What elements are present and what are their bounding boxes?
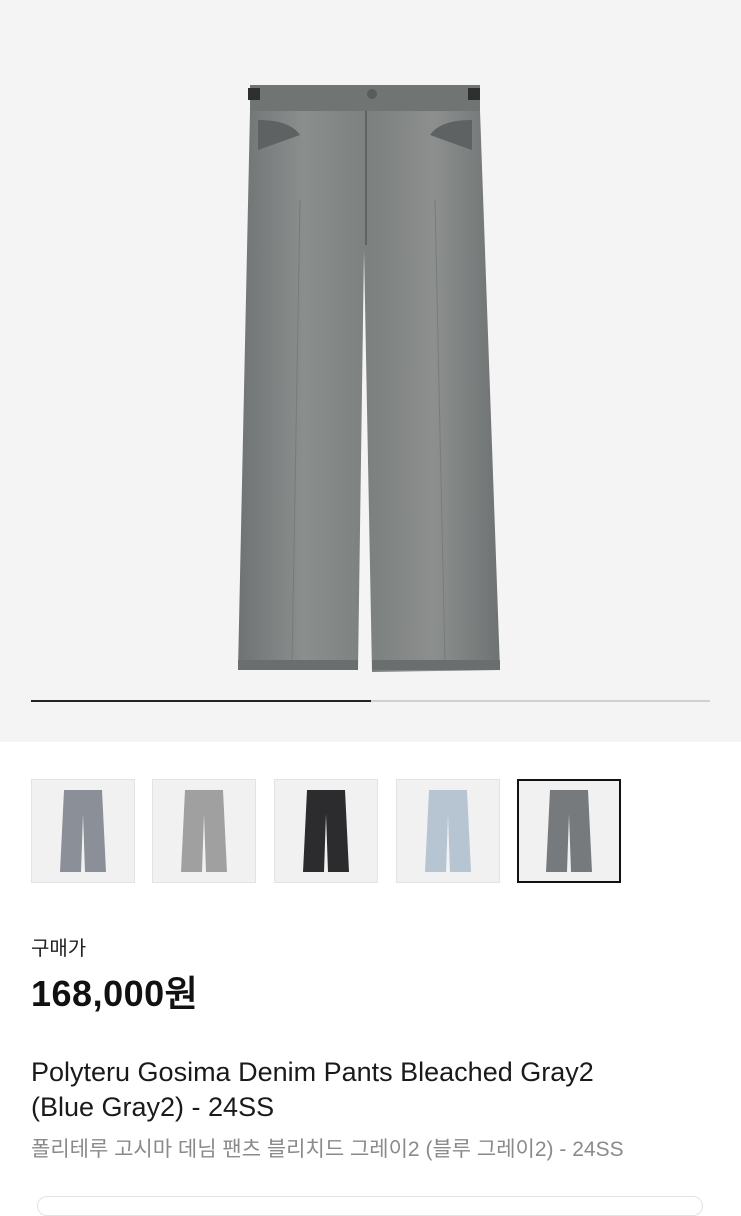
thumbnail-5[interactable]	[517, 779, 621, 883]
price-label: 구매가	[31, 938, 87, 960]
thumbnail-pants-icon	[181, 790, 227, 872]
thumbnail-pants-icon	[303, 790, 349, 872]
product-main-image	[238, 85, 500, 672]
product-title-line-2: (Blue Gray2) - 24SS	[31, 1092, 275, 1122]
price-value: 168,000원	[31, 973, 199, 1014]
product-title-korean: 폴리테루 고시마 데님 팬츠 블리치드 그레이2 (블루 그레이2) - 24S…	[31, 1138, 624, 1161]
gallery-progress-fill	[31, 700, 371, 702]
product-title-english: Polyteru Gosima Denim Pants Bleached Gra…	[31, 1055, 721, 1125]
thumbnail-1[interactable]	[31, 779, 135, 883]
product-title-line-1: Polyteru Gosima Denim Pants Bleached Gra…	[31, 1057, 594, 1087]
thumbnail-pants-icon	[60, 790, 106, 872]
product-image-gallery[interactable]	[0, 0, 741, 742]
thumbnail-list	[31, 779, 631, 885]
thumbnail-pants-icon	[425, 790, 471, 872]
bottom-card	[37, 1196, 703, 1216]
thumbnail-2[interactable]	[152, 779, 256, 883]
thumbnail-pants-icon	[546, 790, 592, 872]
gallery-progress-bar	[31, 700, 710, 702]
thumbnail-3[interactable]	[274, 779, 378, 883]
thumbnail-4[interactable]	[396, 779, 500, 883]
